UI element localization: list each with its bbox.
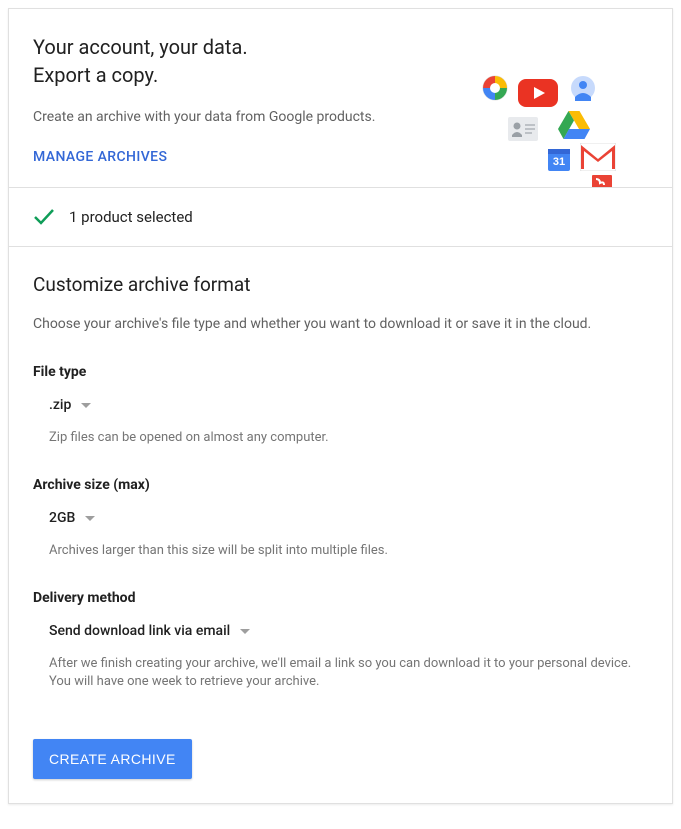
- delivery-method-value: Send download link via email: [49, 623, 230, 639]
- selection-status-bar[interactable]: 1 product selected: [9, 188, 672, 247]
- title-line-1: Your account, your data.: [33, 35, 248, 59]
- calendar-icon: 31: [548, 149, 570, 171]
- customize-section: Customize archive format Choose your arc…: [9, 247, 672, 803]
- file-type-label: File type: [33, 364, 648, 380]
- archive-size-help: Archives larger than this size will be s…: [33, 542, 648, 560]
- delivery-method-field: Delivery method Send download link via e…: [33, 590, 648, 691]
- archive-size-dropdown[interactable]: 2GB: [33, 510, 95, 536]
- svg-text:31: 31: [553, 156, 565, 168]
- delivery-method-dropdown[interactable]: Send download link via email: [33, 623, 250, 649]
- box-icon: [578, 175, 626, 188]
- profile-icon: [570, 75, 596, 101]
- delivery-method-help: After we finish creating your archive, w…: [33, 655, 648, 691]
- photos-icon: [482, 75, 508, 101]
- archive-size-value: 2GB: [49, 510, 75, 526]
- header-text-block: Your account, your data. Export a copy. …: [33, 33, 453, 169]
- header-section: Your account, your data. Export a copy. …: [9, 9, 672, 188]
- selection-count-text: 1 product selected: [69, 208, 193, 226]
- drive-icon: [558, 111, 590, 139]
- chevron-down-icon: [81, 403, 91, 408]
- customize-description: Choose your archive's file type and whet…: [33, 314, 648, 334]
- file-type-dropdown[interactable]: .zip: [33, 397, 91, 423]
- title-line-2: Export a copy.: [33, 63, 158, 87]
- archive-size-field: Archive size (max) 2GB Archives larger t…: [33, 477, 648, 560]
- contacts-icon: [508, 117, 538, 141]
- gmail-icon: [580, 143, 616, 171]
- takeout-panel: Your account, your data. Export a copy. …: [8, 8, 673, 804]
- chevron-down-icon: [240, 629, 250, 634]
- file-type-value: .zip: [49, 397, 71, 413]
- page-title: Your account, your data. Export a copy.: [33, 33, 453, 89]
- product-icons-cluster: 31: [482, 67, 652, 188]
- chevron-down-icon: [85, 516, 95, 521]
- manage-archives-link[interactable]: MANAGE ARCHIVES: [33, 145, 167, 169]
- file-type-help: Zip files can be opened on almost any co…: [33, 429, 648, 447]
- customize-title: Customize archive format: [33, 273, 648, 296]
- archive-size-label: Archive size (max): [33, 477, 648, 493]
- youtube-icon: [518, 79, 558, 107]
- delivery-method-label: Delivery method: [33, 590, 648, 606]
- page-subtitle: Create an archive with your data from Go…: [33, 107, 453, 127]
- create-archive-button[interactable]: CREATE ARCHIVE: [33, 739, 192, 779]
- file-type-field: File type .zip Zip files can be opened o…: [33, 364, 648, 447]
- checkmark-icon: [33, 208, 55, 226]
